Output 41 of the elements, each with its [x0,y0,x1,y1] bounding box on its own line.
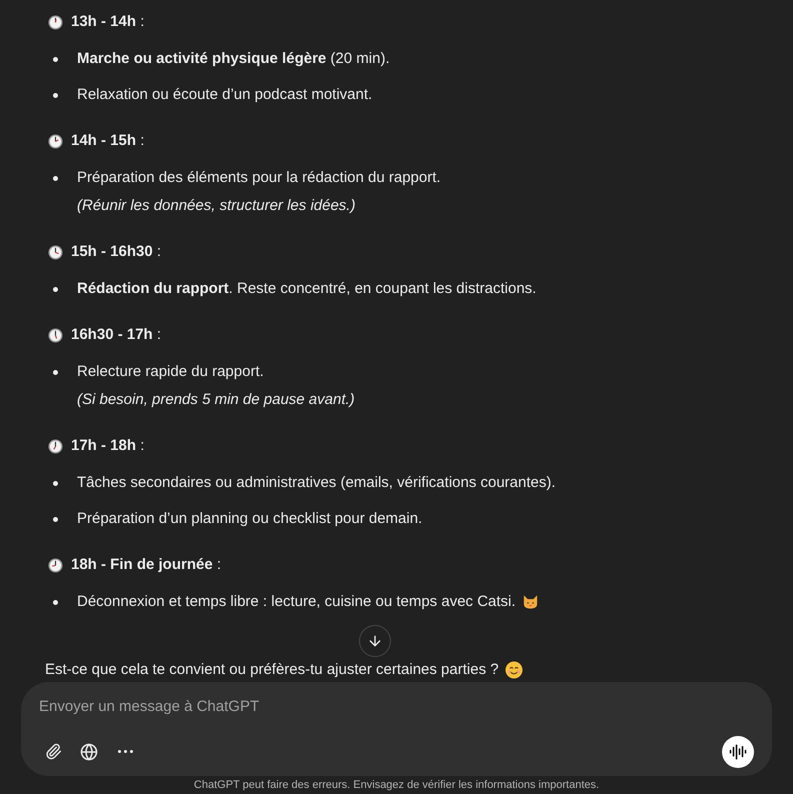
bullet-icon [53,370,58,375]
list-item-text: Préparation d’un planning ou checklist pour demain. [77,509,422,529]
time-slot-heading: 18h - Fin de journée : [71,554,222,575]
clock-icon [48,558,63,572]
list-item-text: Marche ou activité physique légère (20 min). [77,49,390,69]
time-slot-heading: 17h - 18h : [71,436,144,456]
bullet-icon [53,287,58,292]
bullet-icon [53,481,58,486]
disclaimer-text: ChatGPT peut faire des erreurs. Envisagez de vérifier les informations importantes. [194,779,600,792]
time-slot-heading: 13h - 14h : [71,12,144,32]
list-item-note: (Si besoin, prends 5 min de pause avant.) [77,390,355,410]
voice-mode-button[interactable] [722,736,754,768]
clock-icon [48,438,63,454]
message-input[interactable]: Envoyer un message à ChatGPT [39,696,754,718]
list-item-text: Relaxation ou écoute d’un podcast motivant. [77,85,372,105]
paperclip-icon [44,743,62,760]
bullet-icon [53,600,58,605]
clock-icon [48,328,63,342]
globe-icon [80,742,98,760]
list-item-text: Rédaction du rapport. Reste concentré, en coupant les distractions. [77,279,536,299]
clock-icon [48,244,63,260]
list-item-note: (Réunir les données, structurer les idées.) [77,196,356,216]
clock-icon [48,14,63,30]
bullet-icon [53,57,58,62]
scroll-down-button[interactable] [359,625,391,657]
list-item-text: Déconnexion et temps libre : lecture, cuisine ou temps avec Catsi. [77,592,516,612]
bullet-icon [53,176,58,181]
time-slot-heading: 15h - 16h30 : [71,242,162,262]
list-item-text: Tâches secondaires ou administratives (emails, vérifications courantes). [77,473,556,493]
cat-face-icon [522,594,539,610]
bullet-icon [53,93,58,98]
clock-icon [48,134,63,148]
sound-wave-icon [729,742,747,760]
closing-question: Est-ce que cela te convient ou préfères-tu ajuster certaines parties ? [45,660,499,680]
time-slot-heading: 16h30 - 17h : [71,324,162,345]
bullet-icon [53,517,58,522]
time-slot-heading: 14h - 15h : [71,130,144,151]
list-item-text: Préparation des éléments pour la rédaction du rapport. [77,168,441,188]
smiling-face-icon [504,661,523,680]
list-item-text: Relecture rapide du rapport. [77,362,264,382]
more-icon [118,750,132,753]
